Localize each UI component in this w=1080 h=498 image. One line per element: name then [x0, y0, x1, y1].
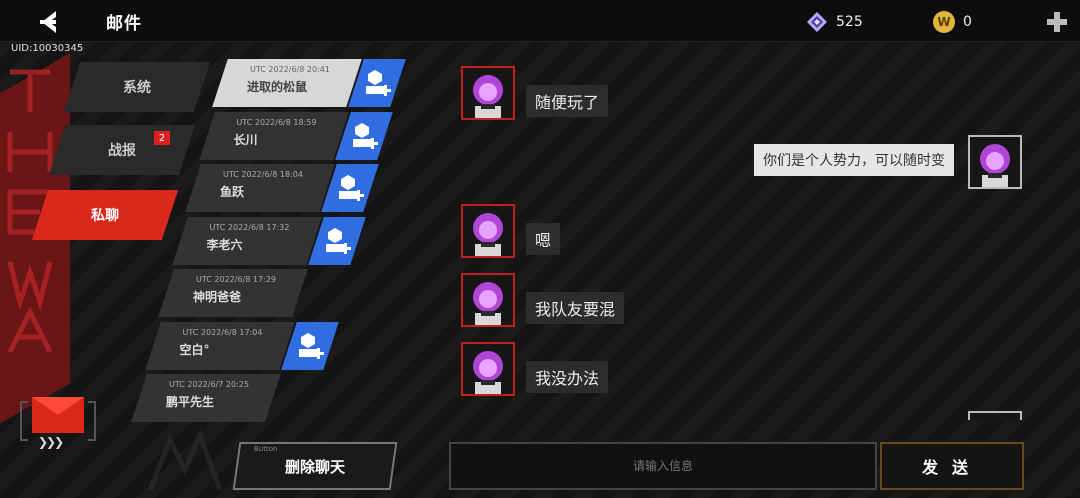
tab-private-chat[interactable]: 私聊 [31, 190, 179, 240]
gem-icon [807, 12, 827, 32]
message-bubble: 随便玩了 [526, 85, 609, 117]
conversation-item[interactable]: UTC 2022/6/8 18:59 长川 [198, 111, 393, 160]
top-bar: 邮件 525 W 0 [0, 0, 1080, 42]
conversation-item[interactable]: UTC 2022/6/7 20:25 鹏平先生 [131, 374, 319, 422]
delete-chat-button-tag: Button [254, 445, 278, 453]
conversation-time: UTC 2022/6/8 17:29 [196, 275, 276, 284]
conversation-time: UTC 2022/6/7 20:25 [169, 380, 249, 389]
conversation-time: UTC 2022/6/8 17:04 [182, 327, 263, 337]
add-friend-icon [339, 175, 364, 201]
own-avatar[interactable] [968, 135, 1022, 189]
bracket-right [88, 401, 96, 441]
add-friend-icon [325, 227, 351, 254]
conversation-name: 进取的松鼠 [247, 80, 308, 94]
conversation-time: UTC 2022/6/8 18:59 [236, 117, 317, 127]
add-friend-button[interactable] [280, 321, 339, 370]
conversation-time: UTC 2022/6/8 20:41 [250, 65, 330, 74]
conversation-name: 李老六 [206, 237, 243, 252]
claw-decoration [147, 428, 223, 491]
send-button[interactable]: 发送 [880, 442, 1024, 490]
conversation-item[interactable]: UTC 2022/6/8 17:32 李老六 [171, 216, 366, 265]
message-bubble: 嗯 [526, 223, 561, 255]
sender-avatar[interactable] [461, 204, 515, 258]
battle-report-badge: 2 [154, 131, 170, 145]
conversation-name: 长川 [233, 132, 258, 147]
chat-messages: 随便玩了你们是个人势力，可以随时变嗯我队友要混我没办法 [440, 50, 1040, 420]
add-friend-icon [366, 70, 391, 96]
delete-chat-label: 删除聊天 [284, 458, 345, 476]
conversation-name: 空白° [179, 342, 210, 357]
coin-count: 0 [963, 14, 972, 30]
conversation-name: 鱼跃 [220, 185, 245, 199]
coin-counter: W 0 [933, 11, 972, 33]
message-bubble: 我队友要混 [526, 292, 625, 324]
character-portrait [970, 137, 1020, 187]
add-friend-button[interactable] [307, 216, 366, 265]
tab-battle-report-label: 战报 [108, 143, 136, 159]
sender-avatar[interactable] [461, 273, 515, 327]
user-id: UID:10030345 [11, 43, 84, 54]
sender-avatar[interactable] [461, 66, 515, 120]
conversation-name: 神明爸爸 [193, 290, 242, 304]
add-friend-button[interactable] [321, 164, 379, 212]
own-avatar[interactable] [968, 411, 1022, 420]
conversation-item[interactable]: UTC 2022/6/8 17:29 神明爸爸 [158, 269, 346, 317]
add-friend-icon [298, 332, 324, 359]
message-bubble: 我没办法 [526, 361, 609, 393]
character-portrait [463, 275, 513, 325]
mail-shortcut[interactable]: ❯❯❯ [20, 395, 96, 453]
coin-icon: W [933, 11, 955, 33]
conversation-time: UTC 2022/6/8 18:04 [223, 170, 303, 179]
plus-icon[interactable] [1046, 11, 1068, 33]
tab-private-chat-label: 私聊 [91, 208, 119, 224]
page-title: 邮件 [106, 14, 142, 34]
tab-system[interactable]: 系统 [63, 62, 211, 112]
conversation-name: 鹏平先生 [166, 395, 215, 409]
mail-icon [32, 397, 84, 433]
chevrons-icon: ❯❯❯ [38, 435, 64, 449]
add-friend-icon [352, 122, 378, 149]
sender-avatar[interactable] [461, 342, 515, 396]
character-portrait [463, 68, 513, 118]
bracket-left [20, 401, 28, 441]
back-arrow-icon[interactable] [34, 9, 60, 35]
gem-counter: 525 [806, 11, 863, 33]
gem-count: 525 [836, 14, 863, 30]
conversation-item[interactable]: UTC 2022/6/8 20:41 进取的松鼠 [212, 59, 406, 107]
add-friend-button[interactable] [334, 111, 393, 160]
conversation-time: UTC 2022/6/8 17:32 [209, 222, 290, 232]
delete-chat-button[interactable]: Button 删除聊天 [232, 442, 398, 490]
message-bubble: 你们是个人势力，可以随时变 [754, 144, 954, 176]
character-portrait [970, 413, 1020, 420]
add-friend-button[interactable] [348, 59, 406, 107]
character-portrait [463, 206, 513, 256]
conversation-item[interactable]: UTC 2022/6/8 18:04 鱼跃 [185, 164, 379, 212]
character-portrait [463, 344, 513, 394]
conversation-item[interactable]: UTC 2022/6/8 17:04 空白° [144, 321, 339, 370]
message-input[interactable] [449, 442, 877, 490]
tab-system-label: 系统 [123, 80, 151, 96]
